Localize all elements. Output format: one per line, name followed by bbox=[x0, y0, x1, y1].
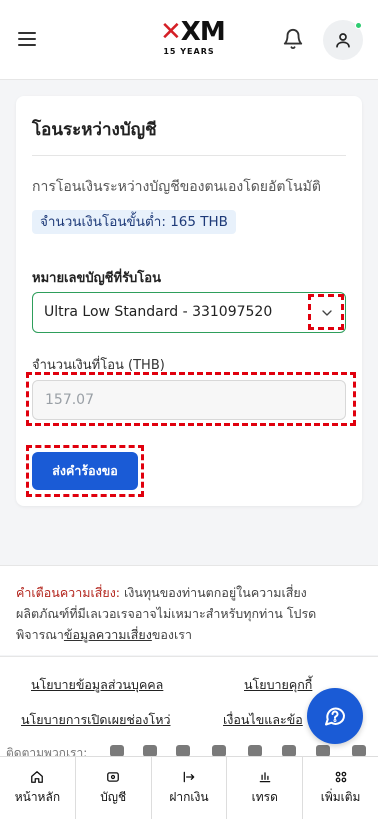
account-icon bbox=[107, 771, 120, 782]
logo-text: XM bbox=[180, 17, 226, 47]
divider bbox=[32, 155, 346, 156]
account-label: หมายเลขบัญชีที่รับโอน bbox=[32, 271, 161, 286]
account-select-value: Ultra Low Standard - 331097520 bbox=[44, 304, 273, 320]
top-bar: ✕XM 15 YEARS bbox=[0, 0, 378, 80]
tab-account-label: บัญชี bbox=[100, 789, 127, 804]
disclosure-policy-link[interactable]: นโยบายการเปิดเผยช่องโหว่ bbox=[21, 710, 170, 730]
risk-info-link[interactable]: ข้อมูลความเสี่ยง bbox=[64, 627, 152, 642]
tab-more-label: เพิ่มเติม bbox=[320, 789, 361, 804]
trade-icon bbox=[259, 771, 271, 782]
highlight-box-amount bbox=[26, 372, 356, 426]
min-amount-badge: จำนวนเงินโอนขั้นต่ำ: 165 THB bbox=[32, 210, 236, 234]
cookie-policy-link[interactable]: นโยบายคุกกี้ bbox=[244, 675, 312, 695]
transfer-card: โอนระหว่างบัญชี การโอนเงินระหว่างบัญชีขอ… bbox=[16, 96, 362, 506]
menu-icon[interactable] bbox=[18, 32, 36, 46]
more-icon bbox=[335, 771, 346, 782]
account-select[interactable]: Ultra Low Standard - 331097520 bbox=[32, 292, 346, 333]
risk-warning-text-end: ของเรา bbox=[151, 627, 193, 642]
user-icon bbox=[336, 33, 350, 48]
highlight-box-chevron bbox=[308, 294, 344, 330]
tab-account[interactable]: บัญชี bbox=[76, 757, 152, 819]
bell-icon[interactable] bbox=[282, 28, 304, 50]
risk-warning: คำเตือนความเสี่ยง: เงินทุนของท่านตกอยู่ใ… bbox=[0, 565, 378, 655]
privacy-policy-link[interactable]: นโยบายข้อมูลส่วนบุคคล bbox=[31, 675, 163, 695]
transfer-description: การโอนเงินระหว่างบัญชีของตนเองโดยอัตโนมั… bbox=[32, 179, 321, 195]
logo-subtitle: 15 YEARS bbox=[163, 47, 215, 56]
xm-logo[interactable]: ✕XM 15 YEARS bbox=[160, 18, 226, 60]
tab-trade[interactable]: เทรด bbox=[227, 757, 304, 819]
tab-deposit[interactable]: ฝากเงิน bbox=[152, 757, 228, 819]
profile-button[interactable] bbox=[323, 20, 363, 60]
page-title: โอนระหว่างบัญชี bbox=[32, 120, 157, 140]
risk-warning-label: คำเตือนความเสี่ยง: bbox=[16, 585, 121, 600]
chat-button[interactable] bbox=[307, 688, 363, 744]
highlight-box-submit bbox=[26, 445, 144, 497]
tab-home-label: หน้าหลัก bbox=[14, 789, 61, 804]
tab-deposit-label: ฝากเงิน bbox=[169, 789, 209, 804]
home-icon bbox=[31, 770, 44, 783]
deposit-icon bbox=[183, 771, 195, 782]
tab-home[interactable]: หน้าหลัก bbox=[0, 757, 76, 819]
online-status-dot bbox=[355, 22, 362, 29]
bottom-tab-bar: หน้าหลัก บัญชี ฝากเงิน เทรด เพิ่มเติม bbox=[0, 756, 378, 819]
tab-trade-label: เทรด bbox=[251, 789, 278, 804]
chat-icon bbox=[325, 707, 346, 726]
tab-more[interactable]: เพิ่มเติม bbox=[303, 757, 378, 819]
terms-link[interactable]: เงื่อนไขและข้อ bbox=[223, 710, 303, 730]
